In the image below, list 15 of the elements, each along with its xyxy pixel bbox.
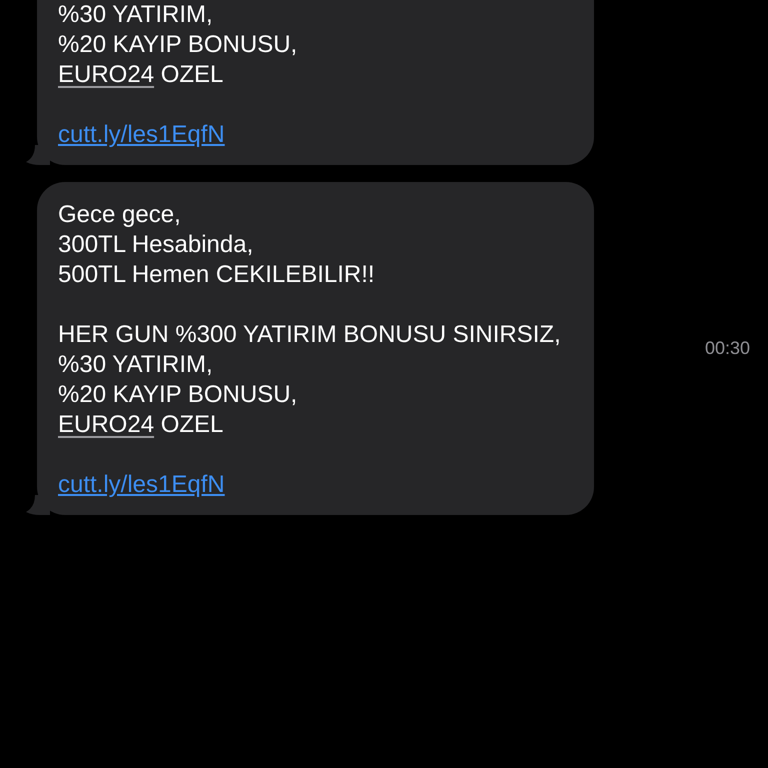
message-line: EURO24 OZEL [58, 410, 224, 440]
message-line: %30 YATIRIM, [58, 350, 213, 380]
message-line: %30 YATIRIM, [58, 0, 213, 30]
message-line: 500TL Hemen CEKILEBILIR!! [58, 260, 375, 290]
message-time: 00:30 [704, 337, 750, 360]
link[interactable]: cutt.ly/les1EqfN [58, 471, 225, 498]
message-line: 300TL Hesabinda, [58, 230, 254, 260]
message-line: %20 KAYIP BONUSU, [58, 380, 298, 410]
detected-link[interactable]: EURO24 [58, 61, 154, 88]
detected-link[interactable]: EURO24 [58, 411, 154, 438]
message-line: HER GUN %300 YATIRIM BONUSU SINIRSIZ, [58, 320, 561, 350]
message-line: %20 KAYIP BONUSU, [58, 30, 298, 60]
message-line: Gece gece, [58, 200, 181, 230]
message-line: EURO24 OZEL [58, 60, 224, 90]
link[interactable]: cutt.ly/les1EqfN [58, 121, 225, 148]
